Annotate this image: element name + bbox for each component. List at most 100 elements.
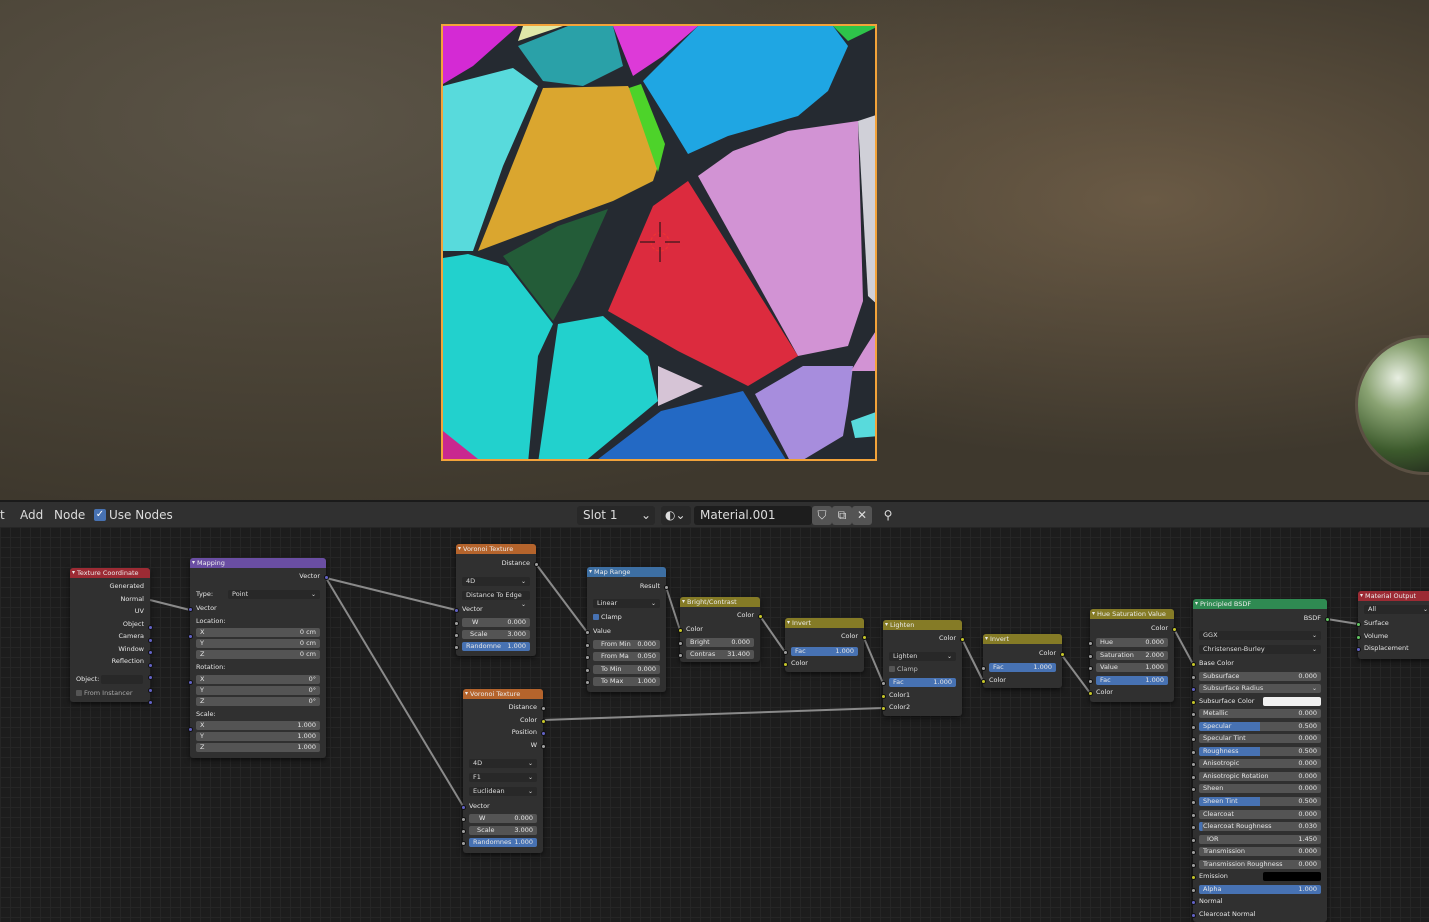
socket-position-out: Position: [511, 728, 537, 736]
contrast-field[interactable]: Contras 31.400: [686, 650, 754, 659]
distance-metric-dropdown[interactable]: Euclidean: [469, 787, 537, 796]
fake-user-shield-icon[interactable]: ⛉: [812, 506, 832, 525]
clearcoat-roughness-field[interactable]: Clearcoat Roughness 0.030: [1199, 822, 1321, 831]
bright-field[interactable]: Bright 0.000: [686, 638, 754, 647]
fac-field[interactable]: Fac 1.000: [889, 678, 956, 687]
to-max-field[interactable]: To Max 1.000: [593, 677, 660, 686]
socket-w-out: W: [530, 741, 537, 749]
menu-add[interactable]: Add: [20, 508, 43, 522]
clearcoat-field[interactable]: Clearcoat 0.000: [1199, 810, 1321, 819]
menu-view[interactable]: t: [0, 508, 5, 522]
transmission-field[interactable]: Transmission 0.000: [1199, 847, 1321, 856]
3d-viewport[interactable]: [0, 0, 1429, 500]
rotation-y-field[interactable]: Y 0°: [196, 686, 320, 695]
dimensions-dropdown[interactable]: 4D: [469, 759, 537, 768]
node-bright-contrast[interactable]: Bright/Contrast Color Color Bright0.000 …: [677, 597, 763, 662]
node-texture-coordinate[interactable]: Texture Coordinate Generated Normal UV O…: [70, 568, 153, 705]
node-voronoi-texture-2[interactable]: Voronoi Texture Distance Color Position …: [460, 689, 546, 853]
subsurface-field[interactable]: Subsurface 0.000: [1199, 672, 1321, 681]
shader-node-editor[interactable]: Texture Coordinate Generated Normal UV O…: [0, 527, 1429, 922]
to-min-field[interactable]: To Min 0.000: [593, 665, 660, 674]
feature-dropdown[interactable]: F1: [469, 773, 537, 782]
socket-volume: Volume: [1364, 632, 1389, 640]
randomness-field[interactable]: Randomne 1.000: [462, 642, 530, 651]
node-map-range[interactable]: Map Range Result Linear Clamp Value From…: [584, 567, 669, 692]
mapping-type-dropdown[interactable]: Point: [228, 590, 320, 599]
node-title: Invert: [983, 634, 1062, 644]
feature-dropdown[interactable]: Distance To Edge: [462, 591, 530, 600]
slot-dropdown[interactable]: Slot 1 ⌄: [577, 506, 655, 525]
node-mapping[interactable]: Mapping Vector Type: Point Vector Locati…: [187, 558, 329, 758]
subsurface-radius-dropdown[interactable]: Subsurface Radius: [1199, 684, 1321, 693]
socket-color-out: Color: [520, 716, 537, 724]
node-principled-bsdf[interactable]: Principled BSDF BSDF GGX Christensen-Bur…: [1190, 599, 1330, 922]
fac-field[interactable]: Fac 1.000: [1096, 676, 1168, 685]
metallic-field[interactable]: Metallic 0.000: [1199, 709, 1321, 718]
clamp-checkbox[interactable]: Clamp: [889, 665, 956, 674]
subsurface-color-swatch[interactable]: [1263, 697, 1321, 706]
scale-x-field[interactable]: X 1.000: [196, 721, 320, 730]
from-max-field[interactable]: From Ma 0.050: [593, 652, 660, 661]
socket-distance-out: Distance: [501, 559, 530, 567]
randomness-field[interactable]: Randomnes 1.000: [469, 838, 537, 847]
location-y-field[interactable]: Y0 cm: [196, 639, 320, 648]
ior-field[interactable]: IOR 1.450: [1199, 835, 1321, 844]
socket-color-out: Color: [1039, 649, 1056, 657]
socket-color-in: Color: [686, 625, 703, 633]
material-browse-button[interactable]: ◐⌄: [661, 506, 691, 525]
dimensions-dropdown[interactable]: 4D: [462, 577, 530, 586]
alpha-field[interactable]: Alpha 1.000: [1199, 885, 1321, 894]
3d-cursor-icon[interactable]: [640, 222, 680, 262]
hue-field[interactable]: Hue 0.000: [1096, 638, 1168, 647]
menu-node[interactable]: Node: [54, 508, 85, 522]
w-field[interactable]: W 0.000: [469, 814, 537, 823]
clamp-checkbox[interactable]: Clamp: [593, 613, 660, 622]
interpolation-dropdown[interactable]: Linear: [593, 599, 660, 608]
socket-color-out: Color: [1151, 624, 1168, 632]
duplicate-material-icon[interactable]: ⧉: [832, 506, 852, 525]
from-min-field[interactable]: From Min 0.000: [593, 640, 660, 649]
scale-z-field[interactable]: Z 1.000: [196, 743, 320, 752]
pin-icon[interactable]: ⚲: [878, 506, 898, 525]
socket-reflection: Reflection: [111, 657, 144, 665]
node-voronoi-texture-1[interactable]: Voronoi Texture Distance 4D Distance To …: [453, 544, 539, 656]
emission-color-swatch[interactable]: [1263, 872, 1321, 881]
distribution-dropdown[interactable]: GGX: [1199, 631, 1321, 640]
node-lighten-mix[interactable]: Lighten Color Lighten Clamp Fac1.000 Col…: [880, 620, 965, 716]
use-nodes-label: Use Nodes: [109, 508, 173, 522]
saturation-field[interactable]: Saturation 2.000: [1096, 651, 1168, 660]
anisotropic-rotation-field[interactable]: Anisotropic Rotation 0.000: [1199, 772, 1321, 781]
rotation-x-field[interactable]: X 0°: [196, 675, 320, 684]
rotation-z-field[interactable]: Z 0°: [196, 697, 320, 706]
location-x-field[interactable]: X0 cm: [196, 628, 320, 637]
node-material-output[interactable]: Material Output All Surface Volume Displ…: [1355, 591, 1429, 659]
unlink-close-icon[interactable]: ✕: [852, 506, 872, 525]
node-title: Lighten: [883, 620, 962, 630]
w-field[interactable]: W 0.000: [462, 618, 530, 627]
node-invert-2[interactable]: Invert Color Fac1.000 Color: [980, 634, 1065, 688]
node-hue-saturation-value[interactable]: Hue Saturation Value Color Hue0.000 Satu…: [1087, 609, 1177, 702]
subsurface-method-dropdown[interactable]: Christensen-Burley: [1199, 645, 1321, 654]
specular-tint-field[interactable]: Specular Tint 0.000: [1199, 734, 1321, 743]
roughness-field[interactable]: Roughness 0.500: [1199, 747, 1321, 756]
location-z-field[interactable]: Z0 cm: [196, 650, 320, 659]
transmission-roughness-field[interactable]: Transmission Roughness 0.000: [1199, 860, 1321, 869]
socket-distance-out: Distance: [508, 703, 537, 711]
blend-mode-dropdown[interactable]: Lighten: [889, 652, 956, 661]
object-field[interactable]: [101, 675, 143, 684]
target-dropdown[interactable]: All: [1364, 605, 1429, 614]
material-name-field[interactable]: Material.001: [694, 506, 812, 525]
fac-field[interactable]: Fac 1.000: [989, 663, 1056, 672]
use-nodes-checkbox[interactable]: ✓: [94, 509, 106, 521]
value-field[interactable]: Value 1.000: [1096, 663, 1168, 672]
specular-field[interactable]: Specular 0.500: [1199, 722, 1321, 731]
sheen-tint-field[interactable]: Sheen Tint 0.500: [1199, 797, 1321, 806]
fac-field[interactable]: Fac 1.000: [791, 647, 858, 656]
scale-field[interactable]: Scale 3.000: [469, 826, 537, 835]
from-instancer-checkbox[interactable]: From Instancer: [76, 689, 144, 698]
scale-field[interactable]: Scale 3.000: [462, 630, 530, 639]
anisotropic-field[interactable]: Anisotropic 0.000: [1199, 759, 1321, 768]
scale-y-field[interactable]: Y 1.000: [196, 732, 320, 741]
node-invert-1[interactable]: Invert Color Fac1.000 Color: [782, 618, 867, 672]
sheen-field[interactable]: Sheen 0.000: [1199, 784, 1321, 793]
